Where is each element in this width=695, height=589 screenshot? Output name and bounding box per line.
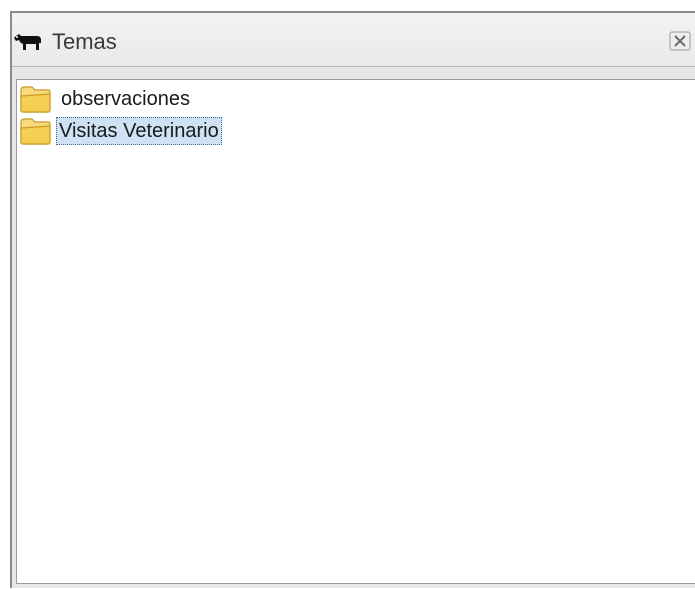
view-title: Temas bbox=[52, 29, 117, 54]
topics-tree[interactable]: observaciones Visitas Veterinario bbox=[16, 79, 695, 584]
cow-icon bbox=[14, 34, 41, 50]
tree-item-label: Visitas Veterinario bbox=[56, 117, 222, 145]
close-icon[interactable] bbox=[669, 31, 691, 51]
folder-icon bbox=[20, 86, 51, 113]
tree-item-observaciones[interactable]: observaciones bbox=[19, 84, 191, 114]
temas-view-panel: Temas observaciones Visitas Veterinario bbox=[10, 11, 695, 588]
folder-icon bbox=[20, 118, 51, 145]
tree-item-visitas-veterinario[interactable]: Visitas Veterinario bbox=[19, 116, 222, 146]
view-title-bar[interactable]: Temas bbox=[12, 13, 695, 67]
tree-item-label: observaciones bbox=[61, 88, 190, 110]
